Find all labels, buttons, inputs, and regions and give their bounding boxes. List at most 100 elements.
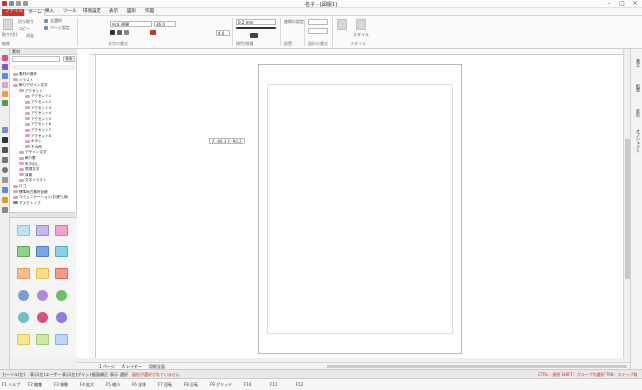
tree-item[interactable]: アクセント1 xyxy=(25,94,51,99)
tab-tools[interactable]: ツール xyxy=(60,9,80,16)
fn-key[interactable]: F9 グリッド xyxy=(210,381,232,389)
gallery-item[interactable] xyxy=(17,225,30,236)
maximize-button[interactable]: □ xyxy=(617,0,627,8)
tab-file[interactable]: ファイル xyxy=(2,9,26,16)
material-search-input[interactable] xyxy=(12,56,60,62)
fn-key[interactable]: F7 回転 xyxy=(158,381,172,389)
tree-item[interactable]: デザイン文字 xyxy=(19,150,47,155)
line-tool-icon[interactable] xyxy=(2,147,8,153)
select-all-button[interactable]: 全選択 xyxy=(50,18,62,24)
gallery-item[interactable] xyxy=(37,290,48,301)
gallery-item[interactable] xyxy=(55,225,68,236)
page-settings-button[interactable]: ページ設定 xyxy=(50,25,70,31)
tree-item[interactable]: 飾り罫 xyxy=(19,156,36,161)
right-tab[interactable]: 配置 xyxy=(633,84,641,92)
right-tab[interactable]: オブジェクト xyxy=(633,129,641,153)
zoom-tool-icon[interactable] xyxy=(2,207,8,213)
line-style-preview[interactable] xyxy=(236,27,276,29)
vertical-scrollbar[interactable] xyxy=(623,49,630,358)
ellipse-tool-icon[interactable] xyxy=(2,167,8,173)
right-tab[interactable]: 変形 xyxy=(633,109,641,117)
gallery-item[interactable] xyxy=(55,334,68,345)
style-button[interactable]: スタイル xyxy=(353,32,369,38)
tab-shape[interactable]: 図形 xyxy=(124,9,139,16)
image-tool-icon[interactable] xyxy=(2,73,8,79)
right-tab[interactable]: 書式 xyxy=(633,59,641,67)
gallery-item[interactable] xyxy=(18,290,29,301)
property-tool-icon[interactable] xyxy=(2,100,8,106)
line-color-icon[interactable] xyxy=(250,33,258,38)
bold-icon[interactable] xyxy=(110,30,115,35)
tree-item[interactable]: ボタン xyxy=(25,139,42,144)
fn-key[interactable]: F11 xyxy=(270,381,277,389)
gallery-item[interactable] xyxy=(55,246,68,257)
tree-item[interactable]: 文字イラスト xyxy=(19,178,47,183)
underline-icon[interactable] xyxy=(124,30,129,35)
fn-key[interactable]: F4 拡大 xyxy=(80,381,94,389)
polygon-tool-icon[interactable] xyxy=(2,177,8,183)
object-tool-icon[interactable] xyxy=(2,91,8,97)
tree-item[interactable]: ロゴ xyxy=(13,184,26,189)
gallery-item[interactable] xyxy=(37,312,48,323)
tree-item[interactable]: イラスト xyxy=(13,78,33,83)
clear-button[interactable]: 消去 xyxy=(26,33,34,39)
tab-view[interactable]: 表示 xyxy=(106,9,121,16)
font-name-select[interactable]: ＭＳ 明朝 xyxy=(110,21,152,27)
tab-insert[interactable]: 挿入 xyxy=(42,9,57,16)
gallery-item[interactable] xyxy=(55,268,68,279)
fn-key[interactable]: F2 編集 xyxy=(28,381,42,389)
gallery-item[interactable] xyxy=(56,290,67,301)
font-color-icon[interactable] xyxy=(150,30,156,35)
tree-item[interactable]: 吹き出し xyxy=(19,162,39,167)
rectangle-tool-icon[interactable] xyxy=(2,157,8,163)
gallery-item[interactable] xyxy=(17,246,30,257)
style-copy-icon[interactable] xyxy=(337,19,347,30)
horizontal-scroll-thumb[interactable] xyxy=(327,365,627,368)
tree-item[interactable]: アクセント3 xyxy=(25,106,51,111)
paste-icon[interactable] xyxy=(3,19,13,30)
minimize-button[interactable]: – xyxy=(604,0,614,8)
coords-toggle[interactable]: 座標の設定 xyxy=(284,19,304,25)
gallery-item[interactable] xyxy=(36,246,49,257)
pen-tool-icon[interactable] xyxy=(2,187,8,193)
select-tool-icon[interactable] xyxy=(2,127,8,133)
tree-item[interactable]: 飾りデザイン文字 xyxy=(13,83,48,88)
gallery-item[interactable] xyxy=(36,334,49,345)
fill-select[interactable] xyxy=(308,19,328,25)
fn-key[interactable]: F10 xyxy=(244,381,251,389)
line-width-select[interactable]: 0.2 mm xyxy=(236,19,276,25)
tree-item[interactable]: アクセント2 xyxy=(25,100,51,105)
fn-key[interactable]: F3 移動 xyxy=(54,381,68,389)
fn-key[interactable]: F5 縮小 xyxy=(106,381,120,389)
cut-button[interactable]: 切り取り xyxy=(18,19,34,25)
gallery-item[interactable] xyxy=(36,268,49,279)
font-size-select[interactable]: 36.0 xyxy=(154,21,176,27)
tree-item[interactable]: 標準地方素材台帳 xyxy=(13,190,48,195)
layer-tool-icon[interactable] xyxy=(2,64,8,70)
material-tool-icon[interactable] xyxy=(2,55,8,61)
favorites-tool-icon[interactable] xyxy=(2,82,8,88)
tree-item[interactable]: アクセント7 xyxy=(25,128,51,133)
gallery-item[interactable] xyxy=(17,334,30,345)
tree-item[interactable]: アクセント4 xyxy=(25,111,51,116)
fn-key[interactable]: F8 反転 xyxy=(184,381,198,389)
close-button[interactable]: × xyxy=(630,0,640,8)
style-icon[interactable] xyxy=(356,19,366,30)
fill-tool-icon[interactable] xyxy=(2,197,8,203)
gallery-item[interactable] xyxy=(56,312,67,323)
spacing-input[interactable]: 4.0 xyxy=(216,30,230,36)
fn-key[interactable]: F1 ヘルプ xyxy=(2,381,20,389)
copy-button[interactable]: コピー xyxy=(18,26,30,32)
tab-preferences[interactable]: 環境設定 xyxy=(80,9,104,16)
search-button[interactable]: 検索 xyxy=(63,56,75,62)
tree-item[interactable]: 素材の操作 xyxy=(13,72,37,77)
fn-key[interactable]: F6 全体 xyxy=(132,381,146,389)
tree-item[interactable]: デスクトップ xyxy=(13,201,41,206)
gallery-item[interactable] xyxy=(18,312,29,323)
text-tool-icon[interactable] xyxy=(2,137,8,143)
tree-item[interactable]: アクセント8 xyxy=(25,134,51,139)
stroke-select[interactable] xyxy=(308,28,328,34)
tree-item[interactable]: アクセント6 xyxy=(25,122,51,127)
italic-icon[interactable] xyxy=(117,30,122,35)
fn-key[interactable]: F12 xyxy=(296,381,303,389)
